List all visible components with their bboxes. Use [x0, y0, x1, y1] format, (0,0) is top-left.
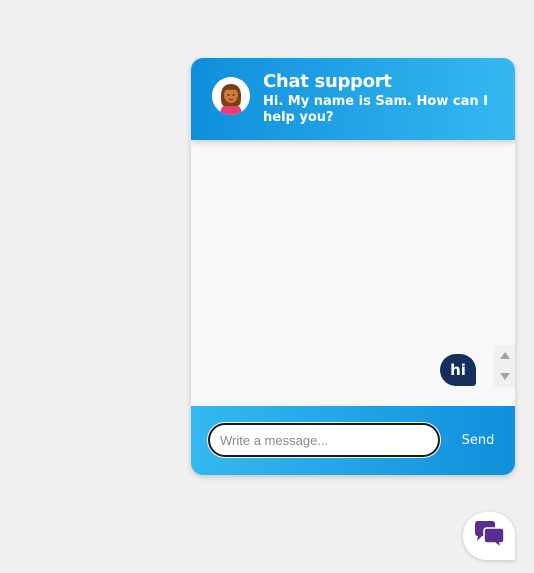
message-input[interactable] — [208, 423, 440, 457]
scroll-up-icon[interactable] — [500, 352, 510, 359]
chat-composer: Send — [191, 406, 515, 475]
user-message-bubble: hi — [440, 354, 476, 386]
chat-title: Chat support — [263, 71, 392, 92]
chat-window: Chat support Hi. My name is Sam. How can… — [191, 58, 515, 475]
scroll-down-icon[interactable] — [500, 373, 510, 380]
agent-avatar-icon — [212, 77, 250, 115]
chat-launcher-button[interactable] — [463, 512, 515, 560]
message-scrollbar[interactable] — [494, 345, 515, 387]
chat-greeting: Hi. My name is Sam. How can I help you? — [263, 94, 488, 125]
send-button[interactable]: Send — [453, 428, 503, 452]
chat-bubbles-icon — [475, 521, 505, 551]
chat-header: Chat support Hi. My name is Sam. How can… — [191, 58, 515, 140]
message-list: hi — [191, 140, 515, 406]
